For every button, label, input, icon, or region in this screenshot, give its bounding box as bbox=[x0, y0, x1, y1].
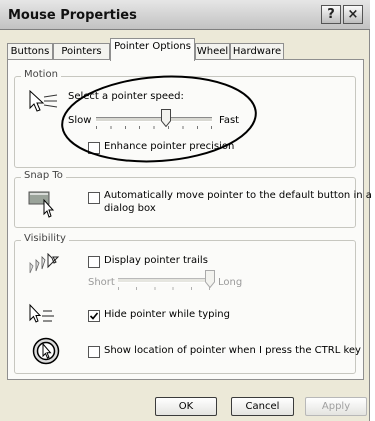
ok-button[interactable]: OK bbox=[155, 397, 217, 416]
cancel-button[interactable]: Cancel bbox=[231, 397, 294, 416]
close-button[interactable]: × bbox=[343, 5, 363, 24]
tab-buttons[interactable]: Buttons bbox=[7, 43, 53, 60]
mouse-properties-window: Mouse Properties ? × Buttons Pointers Po… bbox=[0, 0, 372, 421]
apply-button[interactable]: Apply bbox=[305, 397, 367, 416]
window-title: Mouse Properties bbox=[8, 8, 137, 23]
close-icon: × bbox=[347, 7, 359, 22]
tab-pointers[interactable]: Pointers bbox=[53, 43, 110, 60]
help-button[interactable]: ? bbox=[321, 5, 341, 24]
title-bar[interactable]: Mouse Properties ? × bbox=[0, 0, 370, 30]
pointer-options-panel: Motion Select a pointer speed: Slow Fast… bbox=[7, 59, 372, 380]
tab-wheel[interactable]: Wheel bbox=[195, 43, 230, 60]
tab-pointer-options[interactable]: Pointer Options bbox=[110, 38, 195, 61]
tab-hardware[interactable]: Hardware bbox=[230, 43, 284, 60]
help-icon: ? bbox=[327, 7, 335, 22]
annotation-ellipse bbox=[61, 75, 257, 163]
